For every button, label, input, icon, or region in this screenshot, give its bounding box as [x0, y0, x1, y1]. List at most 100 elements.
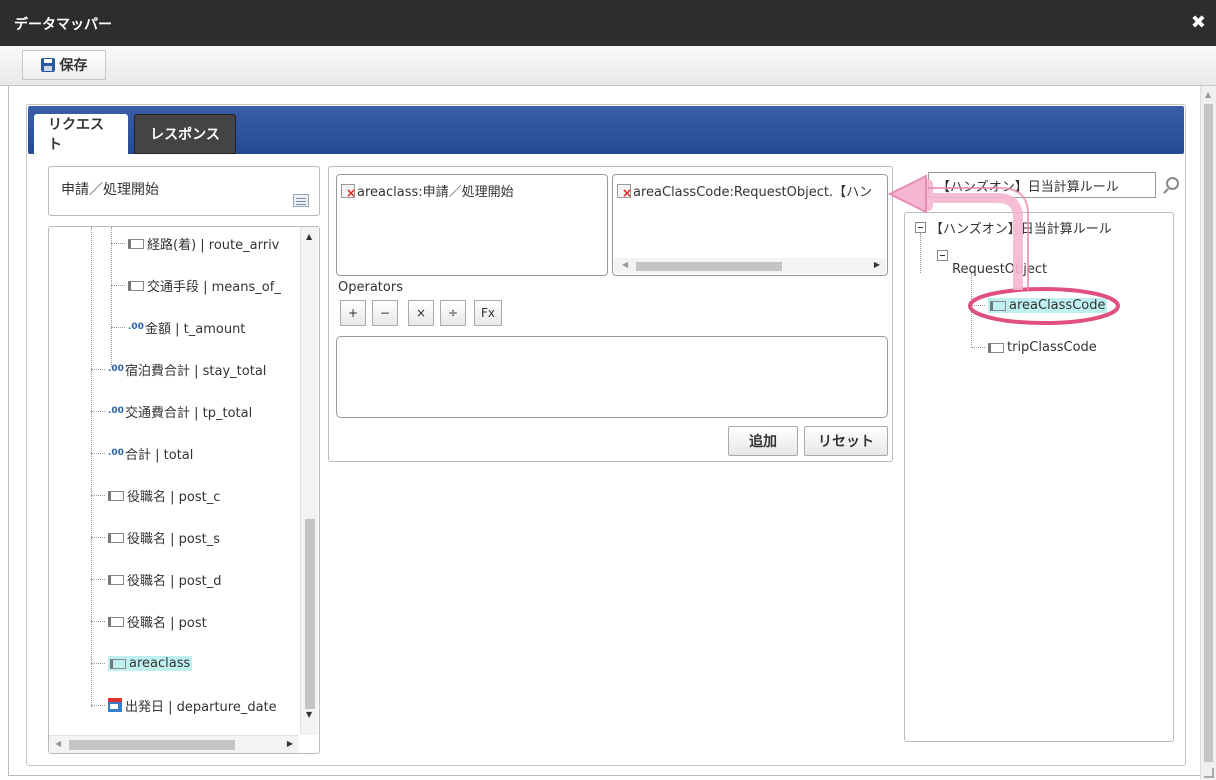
minus-button[interactable]: −	[372, 300, 398, 326]
field-icon	[128, 281, 144, 291]
selected-highlight: areaClassCode	[988, 297, 1108, 313]
scroll-left-icon[interactable]: ◀	[622, 260, 628, 269]
tree-root-label: 【ハンズオン】日当計算ルール	[930, 221, 1112, 237]
target-field-label: areaClassCode:RequestObject.【ハン	[633, 185, 873, 200]
operators-label: Operators	[338, 280, 403, 295]
scroll-thumb[interactable]	[69, 740, 235, 750]
tab-response[interactable]: レスポンス	[134, 114, 236, 154]
search-icon[interactable]	[1162, 176, 1180, 194]
tree-item[interactable]: 役職名 | post_d	[91, 569, 221, 589]
field-icon	[988, 343, 1004, 353]
remove-icon[interactable]	[617, 183, 632, 198]
tree-item-label: 合計 | total	[125, 447, 194, 463]
scroll-down-icon[interactable]: ▼	[306, 710, 312, 719]
field-icon	[108, 617, 124, 627]
list-icon[interactable]	[293, 194, 309, 207]
scroll-thumb[interactable]	[636, 262, 782, 271]
scroll-right-icon[interactable]: ▶	[874, 260, 880, 269]
tab-request[interactable]: リクエスト	[34, 114, 128, 154]
tree-item[interactable]: 交通手段 | means_of_	[111, 275, 281, 295]
tree-item[interactable]: .00 交通費合計 | tp_total	[91, 401, 252, 421]
tree-item-label: 役職名 | post_s	[127, 531, 220, 547]
divide-button[interactable]: ÷	[440, 300, 466, 326]
tree-root[interactable]: 【ハンズオン】日当計算ルール	[915, 217, 1112, 237]
tree-object-label: RequestObject	[952, 261, 1048, 277]
field-icon	[108, 575, 124, 585]
tree-item-label: 経路(着) | route_arriv	[147, 237, 280, 253]
field-icon	[108, 491, 124, 501]
tree-item[interactable]: 役職名 | post_c	[91, 485, 220, 505]
tree-item-label: areaClassCode	[1009, 297, 1106, 313]
dialog-titlebar: データマッパー ✖	[0, 0, 1216, 46]
collapse-icon[interactable]	[937, 249, 948, 261]
scroll-up-icon[interactable]: ▲	[306, 232, 312, 241]
tree-item[interactable]: 役職名 | post	[91, 611, 207, 631]
tree-item-areaclass[interactable]: areaclass	[91, 653, 193, 673]
scroll-left-icon[interactable]: ◀	[55, 739, 61, 748]
tree-connector	[920, 233, 921, 273]
save-button[interactable]: 保存	[22, 50, 106, 80]
target-tree: 【ハンズオン】日当計算ルール RequestObject areaClassCo…	[904, 212, 1174, 742]
dialog-scrollbar[interactable]: ▲	[1200, 86, 1216, 780]
scroll-right-icon[interactable]: ▶	[287, 739, 293, 748]
tab-bar: リクエスト レスポンス	[28, 106, 1184, 154]
tree-item-label: 役職名 | post_c	[127, 489, 221, 505]
tree-item-label: areaclass	[129, 655, 191, 671]
reset-button[interactable]: リセット	[804, 426, 888, 456]
function-button[interactable]: Fx	[474, 300, 502, 326]
source-form-selector[interactable]: 申請／処理開始	[48, 166, 320, 216]
floppy-disk-icon	[40, 58, 55, 72]
tree-connector	[91, 227, 92, 707]
selected-highlight: areaclass	[108, 655, 193, 671]
tree-item[interactable]: .00 金額 | t_amount	[111, 317, 245, 337]
plus-button[interactable]: +	[340, 300, 366, 326]
tree-item[interactable]: 役職名 | post_s	[91, 527, 220, 547]
close-icon[interactable]: ✖	[1191, 12, 1206, 33]
tree-item-label: 出発日 | departure_date	[125, 699, 277, 715]
target-box-hscroll[interactable]: ◀ ▶	[614, 258, 886, 274]
tree-item-tripclasscode[interactable]: tripClassCode	[971, 337, 1097, 357]
tree-object[interactable]: RequestObject	[937, 249, 1047, 277]
field-icon	[110, 659, 126, 669]
field-icon	[990, 301, 1006, 311]
source-form-label: 申請／処理開始	[61, 182, 159, 198]
tree-item-areaclasscode[interactable]: areaClassCode	[971, 295, 1108, 315]
formula-editor[interactable]	[336, 336, 888, 418]
scroll-thumb[interactable]	[305, 519, 315, 709]
tree-item[interactable]: .00 合計 | total	[91, 443, 193, 463]
remove-icon[interactable]	[341, 183, 356, 198]
dialog-title: データマッパー	[14, 17, 112, 33]
source-tree-vscroll[interactable]: ▲ ▼	[300, 227, 318, 735]
tree-item-label: 役職名 | post_d	[127, 573, 222, 589]
resize-grip-icon[interactable]	[1204, 768, 1214, 778]
scroll-thumb[interactable]	[1204, 104, 1213, 762]
source-tree-hscroll[interactable]: ◀ ▶	[49, 735, 299, 753]
tree-item-label: 金額 | t_amount	[145, 321, 246, 337]
source-tree: 経路(着) | route_arriv 交通手段 | means_of_ .00…	[48, 226, 320, 754]
number-icon: .00	[108, 448, 124, 458]
source-field-label: areaclass:申請／処理開始	[357, 185, 514, 200]
source-field-box[interactable]: areaclass:申請／処理開始	[336, 174, 608, 276]
tree-item-label: tripClassCode	[1007, 339, 1097, 355]
tree-item[interactable]: .00 宿泊費合計 | stay_total	[91, 359, 266, 379]
multiply-button[interactable]: ×	[408, 300, 434, 326]
tree-item-label: 役職名 | post	[127, 615, 207, 631]
tree-item-label: 交通手段 | means_of_	[147, 279, 281, 295]
target-search-input[interactable]: 【ハンズオン】日当計算ルール	[928, 172, 1156, 198]
target-field-box[interactable]: areaClassCode:RequestObject.【ハン ◀ ▶	[612, 174, 888, 276]
add-button[interactable]: 追加	[728, 426, 798, 456]
field-icon	[128, 239, 144, 249]
tree-item-label: 宿泊費合計 | stay_total	[125, 363, 267, 379]
toolbar: 保存	[0, 46, 1216, 86]
number-icon: .00	[108, 364, 124, 374]
calendar-icon	[108, 698, 122, 712]
number-icon: .00	[108, 406, 124, 416]
save-label: 保存	[59, 58, 88, 74]
tree-item-label: 交通費合計 | tp_total	[125, 405, 253, 421]
scroll-up-icon[interactable]: ▲	[1205, 90, 1211, 99]
tree-item[interactable]: 出発日 | departure_date	[91, 695, 277, 715]
tree-item[interactable]: 経路(着) | route_arriv	[111, 233, 279, 253]
field-icon	[108, 533, 124, 543]
collapse-icon[interactable]	[915, 221, 926, 233]
number-icon: .00	[128, 322, 144, 332]
